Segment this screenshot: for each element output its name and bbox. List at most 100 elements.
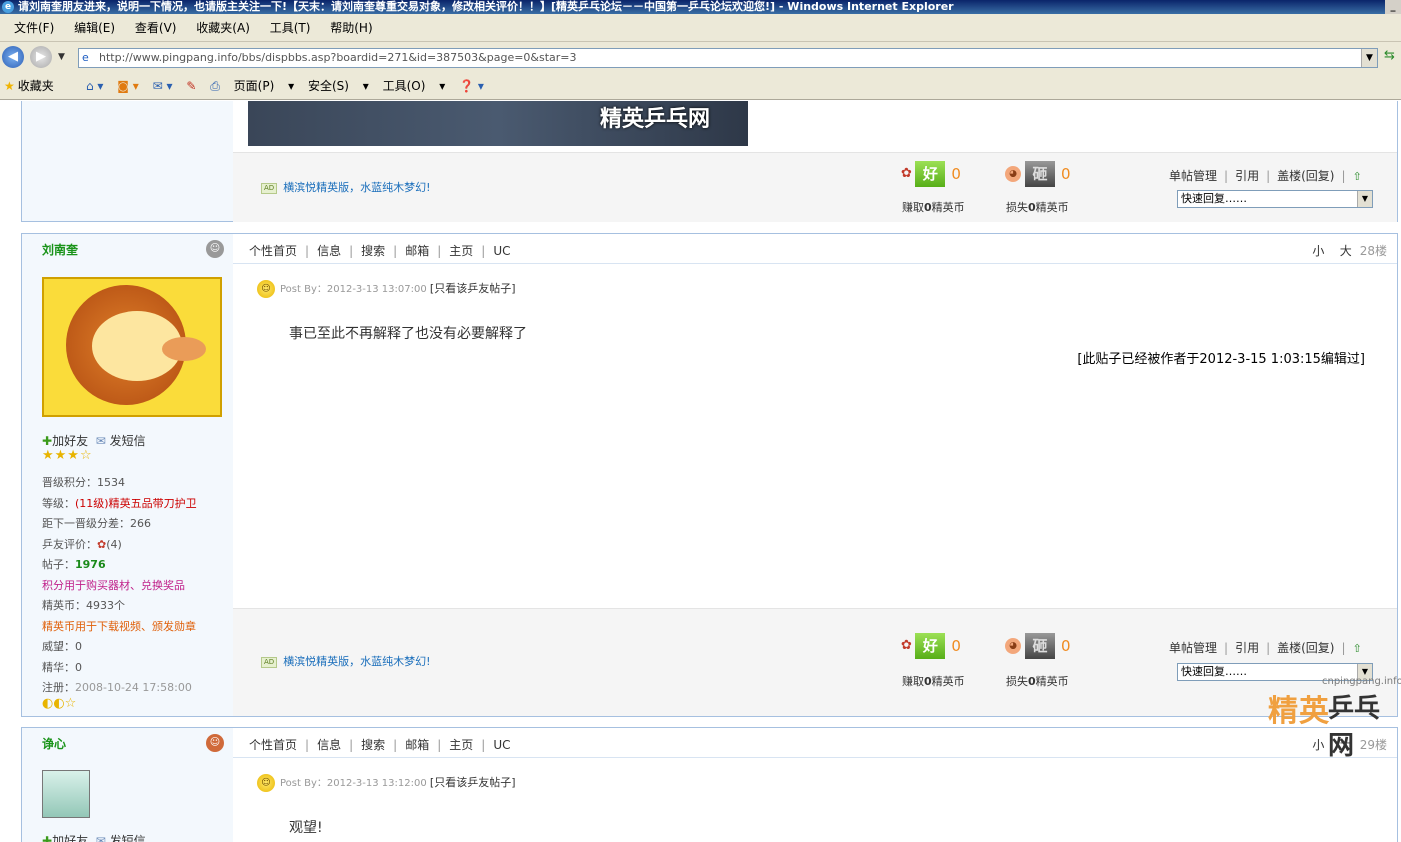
manage-link[interactable]: 单帖管理 xyxy=(1169,169,1217,183)
add-friend-link[interactable]: 加好友 xyxy=(52,434,88,448)
send-message-link[interactable]: 发短信 xyxy=(110,834,146,842)
help-icon[interactable]: ❓ ▾ xyxy=(459,79,484,93)
address-url: http://www.pingpang.info/bbs/dispbbs.asp… xyxy=(99,51,577,64)
good-button[interactable]: 好 xyxy=(915,161,946,187)
refresh-icon[interactable]: ⇆ xyxy=(1384,48,1400,66)
send-message-link[interactable]: 发短信 xyxy=(110,434,146,448)
avatar[interactable] xyxy=(42,277,222,417)
font-small-link[interactable]: 小 xyxy=(1312,738,1324,752)
nav-uc[interactable]: UC xyxy=(493,244,510,258)
only-view-link[interactable]: [只看该乒友帖子] xyxy=(430,776,516,789)
flower-icon: ✿ xyxy=(901,166,912,181)
add-friend-link[interactable]: 加好友 xyxy=(52,834,88,842)
nav-homepage[interactable]: 主页 xyxy=(449,738,473,752)
post-header: 个性首页 | 信息 | 搜索 | 邮箱 | 主页 | UC 小 大 29楼 xyxy=(233,728,1397,758)
earn-text: 赚取0精英币 xyxy=(902,201,965,214)
quote-link[interactable]: 引用 xyxy=(1235,169,1259,183)
avatar[interactable] xyxy=(42,770,90,818)
minimize-button[interactable]: _ xyxy=(1385,0,1401,14)
nav-mail[interactable]: 邮箱 xyxy=(405,738,429,752)
back-to-top-icon[interactable]: ⇧ xyxy=(1353,170,1362,183)
bad-vote[interactable]: ◕ 砸 0 xyxy=(1005,633,1071,659)
smiley-icon: ☺ xyxy=(257,774,275,792)
gender-icon: ☺ xyxy=(206,734,224,752)
menu-tools[interactable]: 工具(T) xyxy=(270,14,311,42)
font-big-link[interactable]: 大 xyxy=(1340,244,1352,258)
username[interactable]: 刘南奎 xyxy=(42,241,78,258)
address-dropdown-icon[interactable]: ▼ xyxy=(1361,49,1377,67)
back-button[interactable]: ◀ xyxy=(2,46,24,68)
post-footer: AD 横滨悦精英版，水蓝纯木梦幻! ✿ 好0 赚取0精英币 ◕ 砸 0 损失0精英币 … xyxy=(233,152,1397,222)
forward-button[interactable]: ▶ xyxy=(30,46,52,68)
reply-link[interactable]: 盖楼(回复) xyxy=(1277,169,1334,183)
pig-icon: ◕ xyxy=(1005,638,1021,654)
watermark-brand1: 精英 xyxy=(1268,694,1330,729)
nav-uc[interactable]: UC xyxy=(493,738,510,752)
bad-vote[interactable]: ◕ 砸 0 xyxy=(1005,161,1071,187)
nav-search[interactable]: 搜索 xyxy=(361,738,385,752)
quick-reply-value: 快速回复…… xyxy=(1181,665,1247,678)
watermark-brand2: 乒乓网 xyxy=(1328,694,1381,761)
post-28: 刘南奎 ☺ ✚加好友 ✉ 发短信 ★★★☆ 晋级积分：1534 等级：(11级)… xyxy=(21,233,1398,717)
menu-view[interactable]: 查看(V) xyxy=(135,14,177,42)
user-actions: ✚加好友 ✉ 发短信 xyxy=(42,832,146,842)
good-vote[interactable]: ✿ 好0 xyxy=(901,633,961,659)
post-footer: AD 横滨悦精英版，水蓝纯木梦幻! ✿ 好0 赚取0精英币 ◕ 砸 0 损失0精英币 … xyxy=(233,608,1397,716)
quick-reply-select[interactable]: 快速回复…… ▼ xyxy=(1177,190,1373,208)
manage-link[interactable]: 单帖管理 xyxy=(1169,641,1217,655)
user-nav: 个性首页 | 信息 | 搜索 | 邮箱 | 主页 | UC xyxy=(249,738,511,752)
post-time: Post By：2012-3-13 13:12:00 xyxy=(280,778,427,789)
bad-button[interactable]: 砸 xyxy=(1025,633,1055,659)
print-icon[interactable]: ⎙ xyxy=(210,79,220,93)
user-info: 晋级积分：1534 等级：(11级)精英五品带刀护卫 距下一晋级分差：266 乒… xyxy=(42,476,197,694)
nav-info[interactable]: 信息 xyxy=(317,738,341,752)
quote-link[interactable]: 引用 xyxy=(1235,641,1259,655)
dropdown-arrow-icon: ▼ xyxy=(1357,191,1372,207)
username[interactable]: 诤心 xyxy=(42,735,66,752)
safety-menu[interactable]: 安全(S) ▾ xyxy=(308,79,369,93)
nav-home[interactable]: 个性首页 xyxy=(249,738,297,752)
nav-search[interactable]: 搜索 xyxy=(361,244,385,258)
ad-link[interactable]: AD 横滨悦精英版，水蓝纯木梦幻! xyxy=(261,179,431,195)
menu-favorites[interactable]: 收藏夹(A) xyxy=(196,14,250,42)
nav-home[interactable]: 个性首页 xyxy=(249,244,297,258)
lose-text: 损失0精英币 xyxy=(1006,201,1069,214)
reply-link[interactable]: 盖楼(回复) xyxy=(1277,641,1334,655)
menu-help[interactable]: 帮助(H) xyxy=(330,14,372,42)
moon-rank-icons: ◐◐☆ xyxy=(42,696,77,711)
post-body: 个性首页 | 信息 | 搜索 | 邮箱 | 主页 | UC 小 大 29楼 ☺ Post By：2012… xyxy=(233,728,1397,842)
nav-info[interactable]: 信息 xyxy=(317,244,341,258)
mail-icon: ✉ xyxy=(95,834,106,842)
ad-link[interactable]: AD 横滨悦精英版，水蓝纯木梦幻! xyxy=(261,653,431,669)
nav-homepage[interactable]: 主页 xyxy=(449,244,473,258)
post-actions: 单帖管理 | 引用 | 盖楼(回复) | ⇧ xyxy=(1169,641,1362,655)
read-mail-icon[interactable]: ✉ ▾ xyxy=(153,79,173,93)
font-small-link[interactable]: 小 xyxy=(1312,244,1324,258)
post-content: 观望! xyxy=(289,820,323,836)
post-meta: ☺ Post By：2012-3-13 13:07:00 [只看该乒友帖子] xyxy=(257,280,516,298)
safety-menu-label: 安全(S) xyxy=(307,79,349,93)
back-to-top-icon[interactable]: ⇧ xyxy=(1353,642,1362,655)
menu-file[interactable]: 文件(F) xyxy=(14,14,54,42)
address-toolbar: ◀ ▶ ▼ e http://www.pingpang.info/bbs/dis… xyxy=(0,42,1401,72)
nav-mail[interactable]: 邮箱 xyxy=(405,244,429,258)
tools-menu[interactable]: 工具(O) ▾ xyxy=(383,79,446,93)
good-button[interactable]: 好 xyxy=(915,633,946,659)
home-icon[interactable]: ⌂ ▾ xyxy=(86,79,103,93)
only-view-link[interactable]: [只看该乒友帖子] xyxy=(430,282,516,295)
ad-text: 横滨悦精英版，水蓝纯木梦幻! xyxy=(283,655,431,668)
window-title: 请刘南奎朋友进来，说明一下情况，也请版主关注一下!【天末：请刘南奎尊重交易对象，… xyxy=(18,0,954,13)
history-dropdown-icon[interactable]: ▼ xyxy=(58,52,65,62)
feeds-icon[interactable]: ◙ ▾ xyxy=(117,79,138,93)
good-vote[interactable]: ✿ 好0 xyxy=(901,161,961,187)
favorites-button[interactable]: ★ 收藏夹 xyxy=(4,77,54,94)
page-menu-label: 页面(P) xyxy=(233,79,275,93)
page-menu[interactable]: 页面(P) ▾ xyxy=(234,79,294,93)
floor-number: 28楼 xyxy=(1359,244,1387,258)
post-content: 事已至此不再解释了也没有必要解释了 xyxy=(289,326,527,342)
bad-button[interactable]: 砸 xyxy=(1025,161,1055,187)
research-icon[interactable]: ✎ xyxy=(186,79,196,93)
menu-edit[interactable]: 编辑(E) xyxy=(74,14,115,42)
bad-count: 0 xyxy=(1061,637,1071,655)
address-input[interactable]: e http://www.pingpang.info/bbs/dispbbs.a… xyxy=(78,48,1378,68)
